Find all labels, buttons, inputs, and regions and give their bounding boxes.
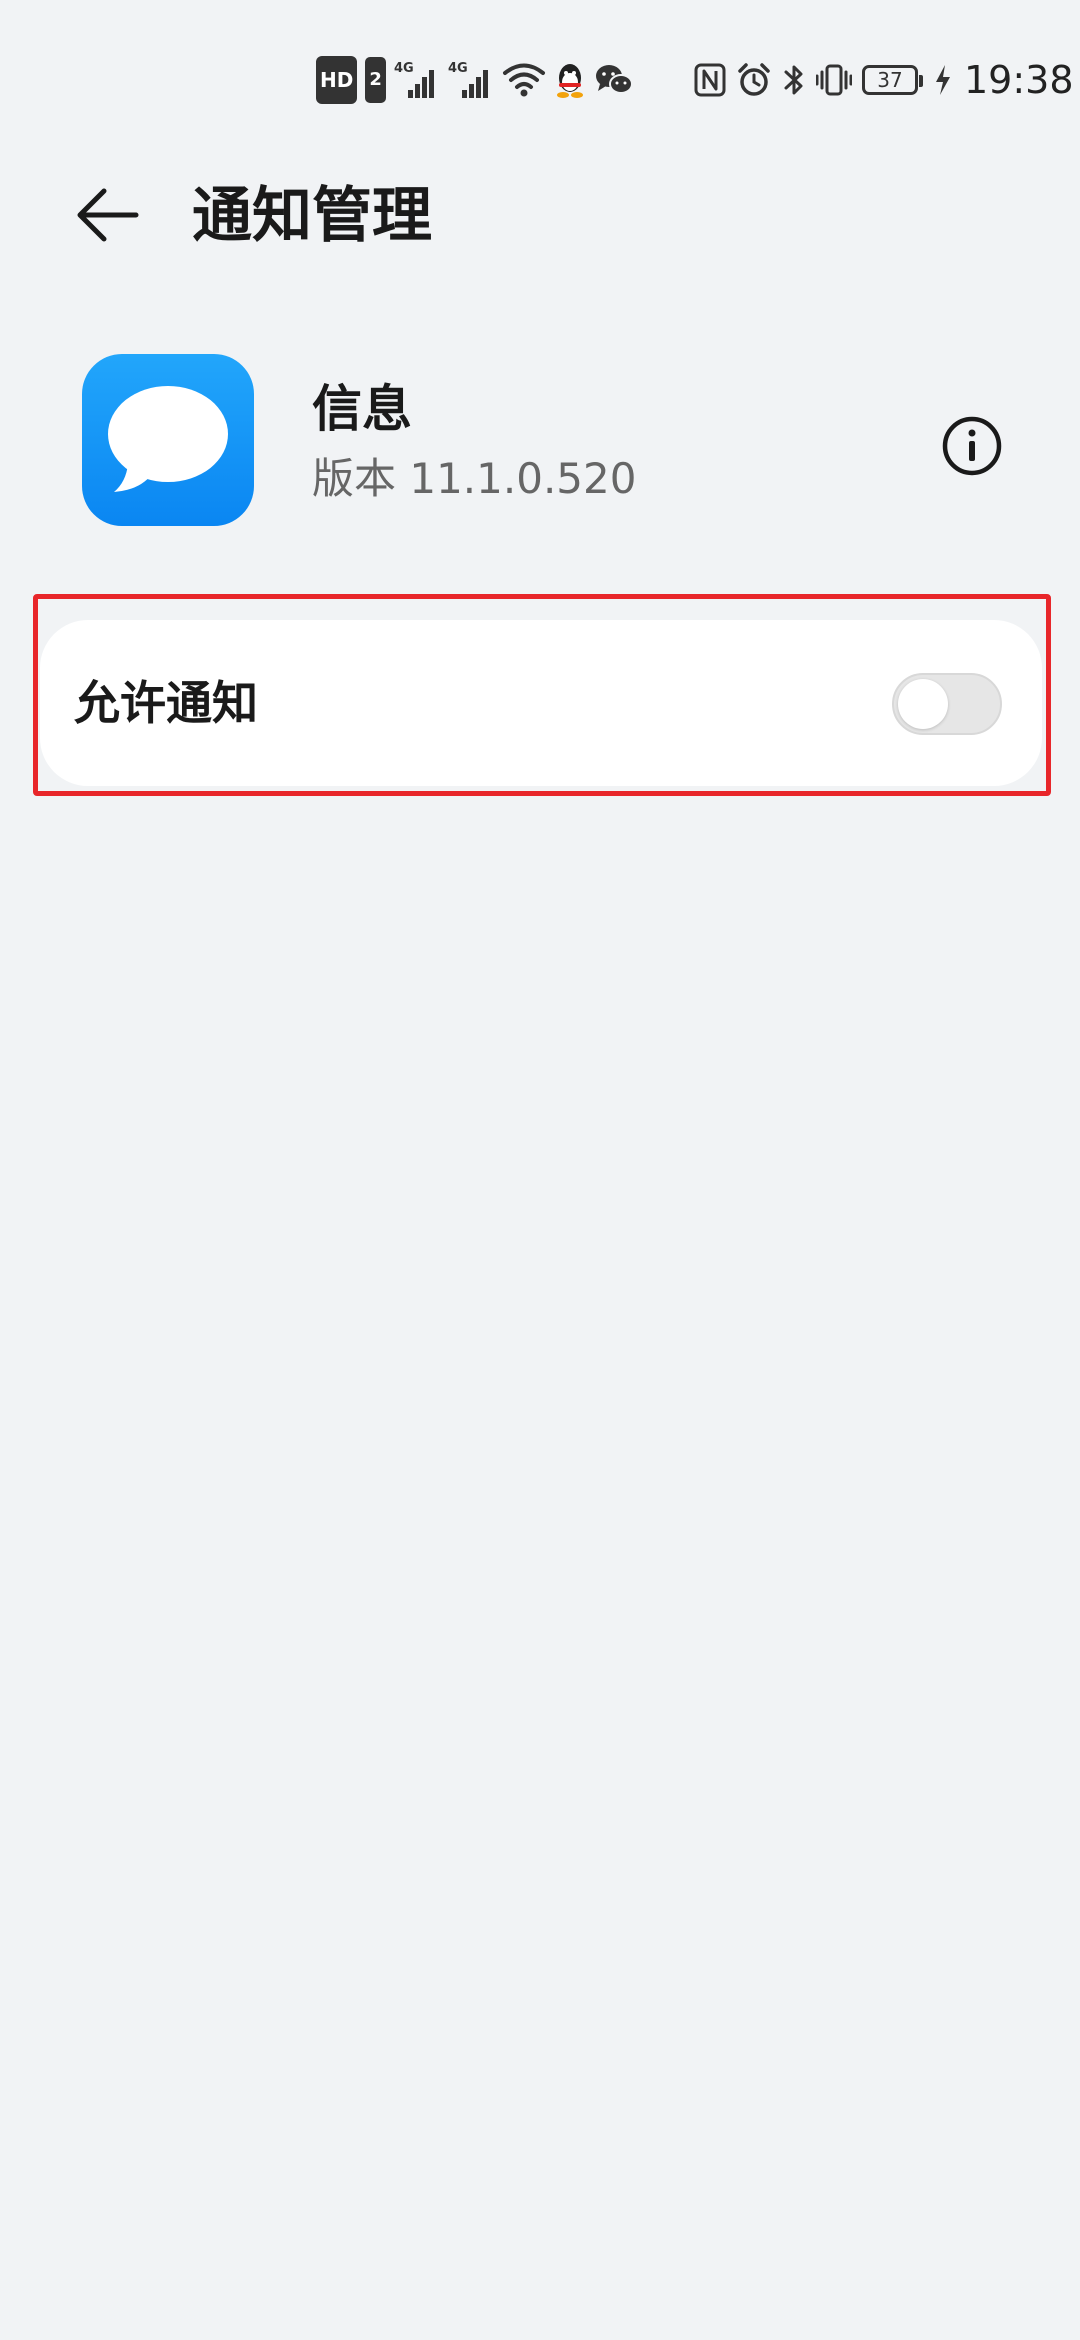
wifi-icon [502, 58, 546, 102]
bluetooth-icon [782, 58, 806, 102]
info-circle-icon [942, 416, 1002, 476]
qq-icon [554, 58, 586, 102]
status-bar-right-icons: 37 19:38 [694, 56, 1074, 104]
arrow-left-icon [77, 188, 139, 242]
svg-text:4G: 4G [394, 61, 414, 76]
message-bubble-icon [108, 386, 228, 492]
svg-text:4G: 4G [448, 61, 468, 76]
page-title: 通知管理 [192, 181, 432, 251]
status-bar-left-icons: HD 2 4G 4G [316, 56, 634, 104]
app-info-button[interactable] [936, 410, 1008, 482]
wechat-icon [594, 58, 634, 102]
status-bar: HD 2 4G 4G 37 19:38 [0, 0, 1080, 150]
app-icon [82, 354, 254, 526]
alarm-icon [736, 58, 772, 102]
highlight-box [33, 594, 1051, 796]
app-name: 信息 [312, 380, 412, 438]
signal-4g-icon: 4G [448, 58, 494, 102]
charging-icon [934, 58, 952, 102]
nfc-icon [694, 58, 726, 102]
app-version: 版本 11.1.0.520 [312, 454, 637, 503]
back-button[interactable] [68, 175, 148, 255]
status-time: 19:38 [964, 58, 1074, 102]
battery-icon: 37 [862, 58, 923, 102]
hd-icon: HD [316, 56, 358, 104]
sim-icon: 2 [365, 57, 386, 103]
signal-4g-icon: 4G [394, 58, 440, 102]
vibrate-icon [816, 58, 852, 102]
battery-level: 37 [862, 65, 923, 95]
